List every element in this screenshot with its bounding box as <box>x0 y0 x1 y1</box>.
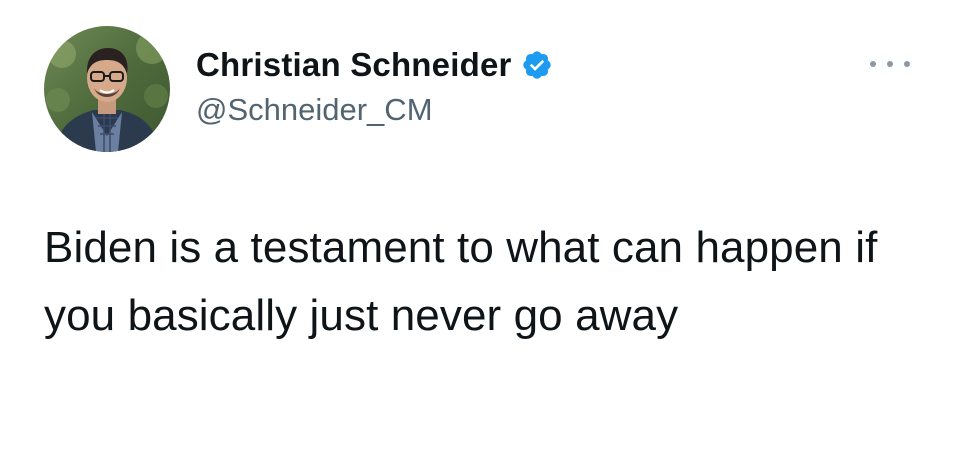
author-avatar[interactable] <box>44 26 170 152</box>
more-options-icon[interactable] <box>870 52 910 76</box>
verified-badge-icon <box>521 49 553 81</box>
author-handle[interactable]: @Schneider_CM <box>196 92 433 128</box>
dot <box>887 61 893 67</box>
avatar-photo <box>44 26 170 152</box>
author-display-name[interactable]: Christian Schneider <box>196 46 512 84</box>
dot <box>904 61 910 67</box>
author-name-row[interactable]: Christian Schneider <box>196 43 553 87</box>
tweet-text: Biden is a testament to what can happen … <box>44 223 878 340</box>
tweet-card: Christian Schneider @Schneider_CM Biden … <box>0 0 960 472</box>
dot <box>870 61 876 67</box>
